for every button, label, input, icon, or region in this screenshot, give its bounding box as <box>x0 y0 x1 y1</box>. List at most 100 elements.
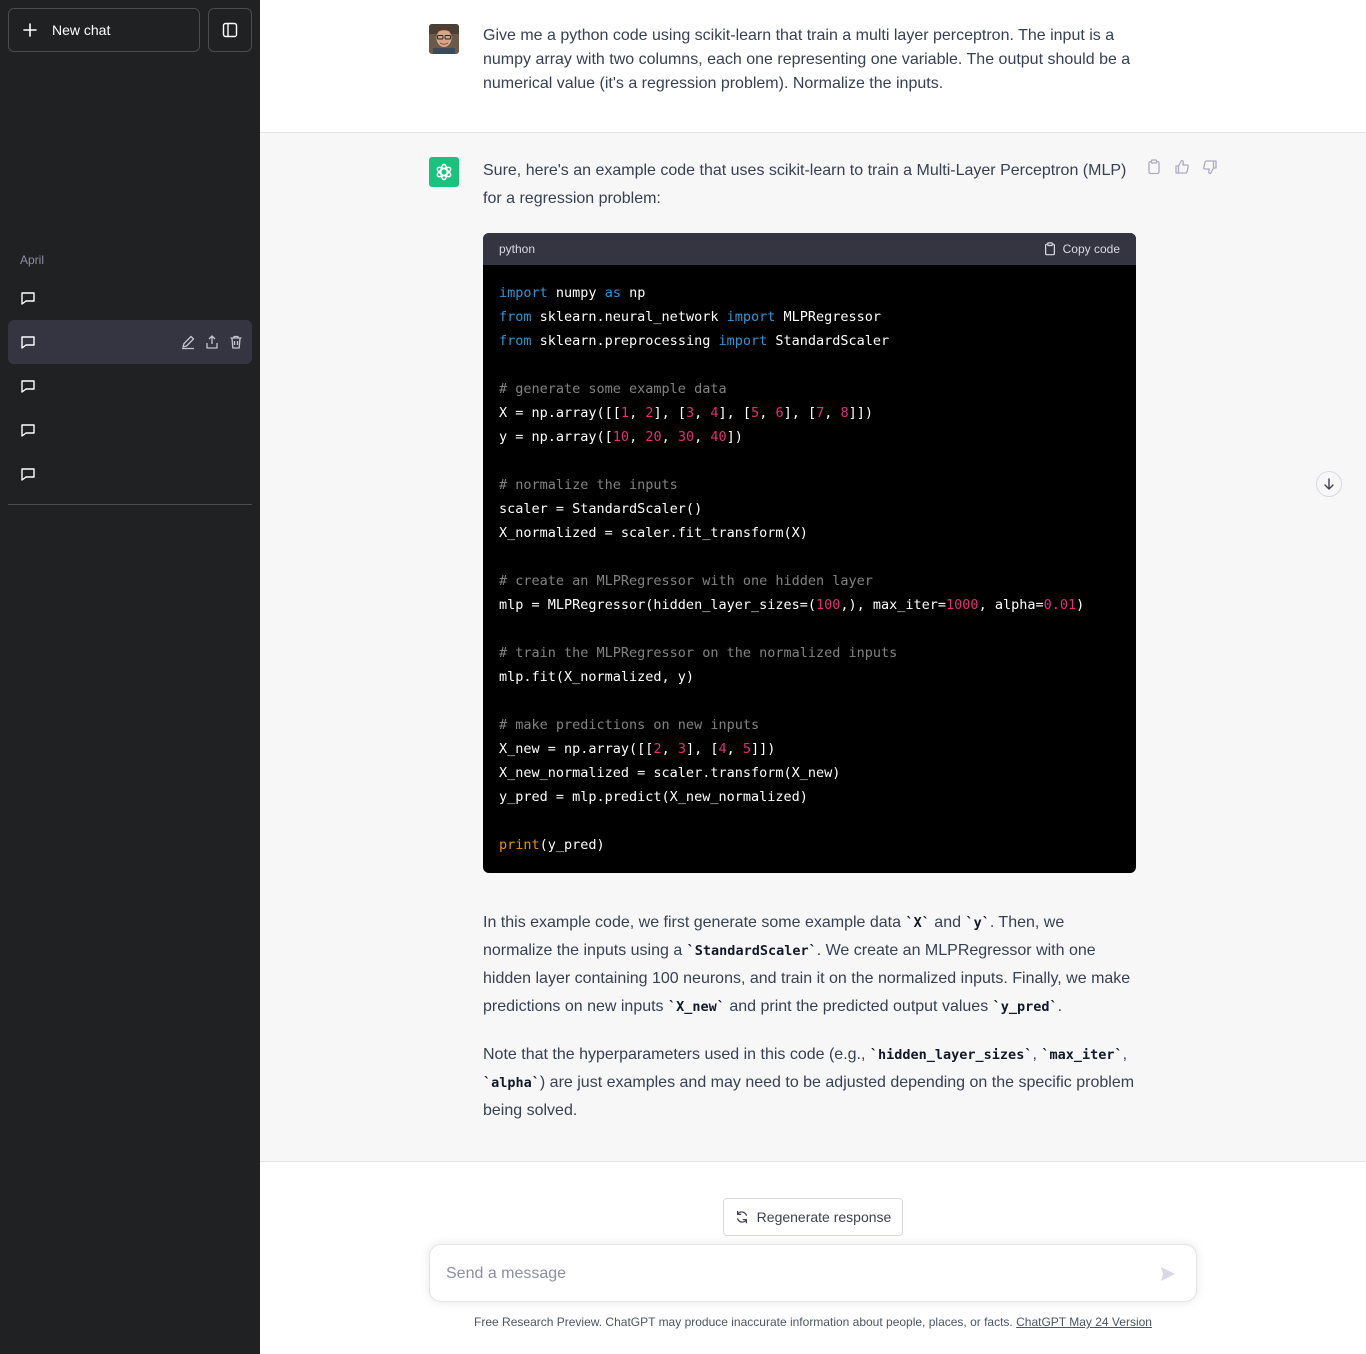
regenerate-response-button[interactable]: Regenerate response <box>723 1198 903 1236</box>
paragraph-text: , <box>1122 1046 1128 1063</box>
inline-code: `StandardScaler` <box>686 943 817 959</box>
user-message-text: Give me a python code using scikit-learn… <box>483 27 1131 92</box>
chat-bubble-icon <box>21 468 35 481</box>
code-content: import numpy as np from sklearn.neural_ne… <box>483 265 1136 873</box>
inline-code: `max_iter` <box>1041 1047 1123 1063</box>
user-avatar <box>429 24 459 54</box>
code-line: mlp = MLPRegressor(hidden_layer_sizes=(1… <box>499 597 1085 613</box>
code-line: # make predictions on new inputs <box>499 717 760 733</box>
user-message: Give me a python code using scikit-learn… <box>260 0 1366 133</box>
regenerate-label: Regenerate response <box>756 1209 892 1225</box>
new-chat-label: New chat <box>52 22 111 38</box>
share-chat-button[interactable] <box>204 334 220 350</box>
sidebar-toggle-button[interactable] <box>208 8 252 52</box>
code-line: import numpy as np <box>499 285 646 301</box>
code-line: print(y_pred) <box>499 837 605 853</box>
conversation-pane: Give me a python code using scikit-learn… <box>260 0 1366 1354</box>
sidebar-chat-item[interactable] <box>8 408 252 452</box>
rename-chat-button[interactable] <box>180 334 196 350</box>
chat-bubble-icon <box>21 424 35 437</box>
code-line: y_pred = mlp.predict(X_new_normalized) <box>499 789 808 805</box>
code-line: # generate some example data <box>499 381 727 397</box>
sidebar-divider <box>8 504 252 505</box>
code-line: from sklearn.neural_network import MLPRe… <box>499 309 882 325</box>
sidebar-chat-item[interactable] <box>8 452 252 496</box>
thumbs-down-button[interactable] <box>1202 159 1218 175</box>
scroll-to-bottom-button[interactable] <box>1316 471 1342 497</box>
paragraph-text: . <box>1057 998 1063 1015</box>
inline-code: `alpha` <box>483 1075 540 1091</box>
code-line: X = np.array([[1, 2], [3, 4], [5, 6], [7… <box>499 405 874 421</box>
paragraph-text: , <box>1032 1046 1042 1063</box>
thumbs-up-button[interactable] <box>1174 159 1190 175</box>
arrow-down-icon <box>1324 478 1334 490</box>
sidebar-chat-item-active[interactable] <box>8 320 252 364</box>
inline-code: `X` <box>905 915 930 931</box>
plus-icon <box>23 23 37 37</box>
paragraph-text: and <box>929 914 966 931</box>
new-chat-button[interactable]: New chat <box>8 8 200 52</box>
paragraph-text: ) are just examples and may need to be a… <box>483 1074 1135 1119</box>
code-line: y = np.array([10, 20, 30, 40]) <box>499 429 743 445</box>
code-line: # train the MLPRegressor on the normaliz… <box>499 645 898 661</box>
sidebar: New chat April <box>0 0 260 1354</box>
trash-icon <box>230 335 242 349</box>
code-line: ​ <box>499 689 1120 713</box>
code-line: # create an MLPRegressor with one hidden… <box>499 573 873 589</box>
assistant-message: Sure, here's an example code that uses s… <box>260 133 1366 1162</box>
code-line: X_new = np.array([[2, 3], [4, 5]]) <box>499 741 776 757</box>
sidebar-chat-item[interactable] <box>8 364 252 408</box>
copy-code-button[interactable]: Copy code <box>1043 242 1120 256</box>
footer-text: Free Research Preview. ChatGPT may produ… <box>474 1315 1017 1329</box>
code-line: ​ <box>499 617 1120 641</box>
code-line: scaler = StandardScaler() <box>499 501 703 517</box>
paragraph-text: Note that the hyperparameters used in th… <box>483 1046 870 1063</box>
chat-bubble-icon <box>21 336 35 349</box>
copy-code-label: Copy code <box>1062 242 1120 256</box>
message-composer <box>429 1244 1197 1302</box>
explanation-paragraph: In this example code, we first generate … <box>483 909 1136 1021</box>
code-line: mlp.fit(X_normalized, y) <box>499 669 695 685</box>
inline-code: `X_new` <box>668 999 725 1015</box>
footer-disclaimer: Free Research Preview. ChatGPT may produ… <box>260 1315 1366 1329</box>
code-line: ​ <box>499 449 1120 473</box>
send-button[interactable] <box>1158 1264 1178 1284</box>
share-icon <box>206 335 218 349</box>
thumbs-down-icon <box>1203 160 1217 175</box>
clipboard-icon <box>1044 242 1055 256</box>
history-section-label: April <box>20 253 45 267</box>
delete-chat-button[interactable] <box>228 334 244 350</box>
thumbs-up-icon <box>1175 159 1189 174</box>
refresh-icon <box>736 1210 747 1224</box>
chat-bubble-icon <box>21 292 35 305</box>
code-line: from sklearn.preprocessing import Standa… <box>499 333 890 349</box>
assistant-avatar <box>429 157 459 187</box>
paragraph-text: and print the predicted output values <box>724 998 993 1015</box>
code-line: X_new_normalized = scaler.transform(X_ne… <box>499 765 841 781</box>
chat-bubble-icon <box>21 380 35 393</box>
code-line: ​ <box>499 809 1120 833</box>
version-link[interactable]: ChatGPT May 24 Version <box>1016 1315 1152 1329</box>
copy-message-button[interactable] <box>1146 159 1162 175</box>
inline-code: `y_pred` <box>992 999 1058 1015</box>
code-block-header: python Copy code <box>483 233 1136 265</box>
note-paragraph: Note that the hyperparameters used in th… <box>483 1041 1136 1125</box>
message-actions <box>1146 159 1218 175</box>
user-avatar-icon <box>429 24 459 54</box>
chat-item-actions <box>180 320 244 364</box>
message-input[interactable] <box>446 1263 1126 1285</box>
clipboard-icon <box>1148 159 1160 175</box>
code-line: X_normalized = scaler.fit_transform(X) <box>499 525 808 541</box>
sidebar-toggle-icon <box>222 22 238 38</box>
send-icon <box>1161 1267 1175 1281</box>
code-line: ​ <box>499 545 1120 569</box>
sidebar-chat-item[interactable] <box>8 276 252 320</box>
inline-code: `y` <box>965 915 990 931</box>
inline-code: `hidden_layer_sizes` <box>869 1047 1033 1063</box>
code-line: ​ <box>499 353 1120 377</box>
assistant-intro-text: Sure, here's an example code that uses s… <box>483 162 1127 207</box>
openai-logo-icon <box>436 163 452 181</box>
pencil-icon <box>182 335 195 350</box>
code-line: # normalize the inputs <box>499 477 678 493</box>
code-language-label: python <box>499 242 536 256</box>
